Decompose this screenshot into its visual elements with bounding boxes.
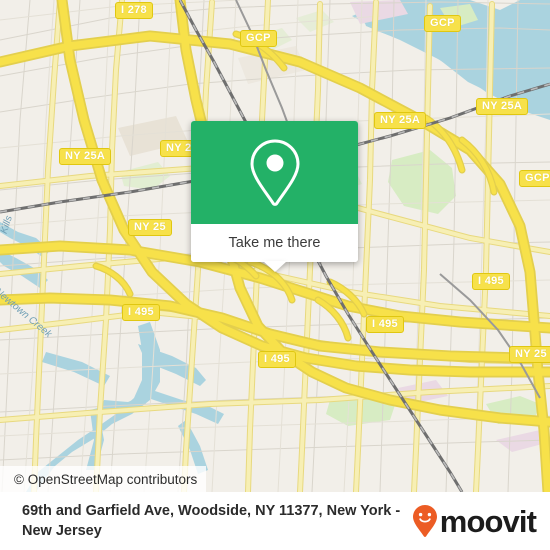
shield-i-495-center: I 495 <box>366 316 404 333</box>
shield-ny-25a-far-right: NY 25A <box>476 98 529 115</box>
osm-attribution[interactable]: © OpenStreetMap contributors <box>0 466 207 492</box>
shield-gcp-top-right: GCP <box>424 15 461 32</box>
shield-gcp-right: GCP <box>519 170 550 187</box>
shield-ny-25-left: NY 25 <box>128 219 172 236</box>
screenshot-root: I 278 GCP GCP NY 25A NY 25A NY 25A NY 2 GCP NY 2… <box>0 0 550 550</box>
shield-ny-25a-upper-right: NY 25A <box>374 112 427 129</box>
location-popup[interactable]: Take me there <box>191 121 358 272</box>
take-me-there-button[interactable]: Take me there <box>191 224 358 262</box>
shield-gcp-top-left: GCP <box>240 30 277 47</box>
map-pin-icon <box>249 138 300 206</box>
shield-i-495-bottom: I 495 <box>258 351 296 368</box>
popup-tail <box>263 261 287 272</box>
shield-i-495-right: I 495 <box>472 273 510 290</box>
shield-ny-25a-left: NY 25A <box>59 148 112 165</box>
shield-i-495-lower-left: I 495 <box>122 304 160 321</box>
moovit-wordmark: moovit <box>439 503 537 539</box>
map-canvas[interactable]: I 278 GCP GCP NY 25A NY 25A NY 25A NY 2 GCP NY 2… <box>0 0 550 492</box>
moovit-smiley-pin-icon <box>412 505 437 537</box>
moovit-logo: moovit <box>412 503 537 539</box>
shield-ny-25-bottom-right: NY 25 <box>509 346 550 363</box>
location-caption: 69th and Garfield Ave, Woodside, NY 1137… <box>22 503 401 539</box>
shield-i-278-top: I 278 <box>115 2 153 19</box>
osm-attribution-text: © OpenStreetMap contributors <box>14 471 198 487</box>
popup-header <box>191 121 358 224</box>
caption-bar: 69th and Garfield Ave, Woodside, NY 1137… <box>0 492 550 550</box>
take-me-there-label: Take me there <box>228 235 321 251</box>
